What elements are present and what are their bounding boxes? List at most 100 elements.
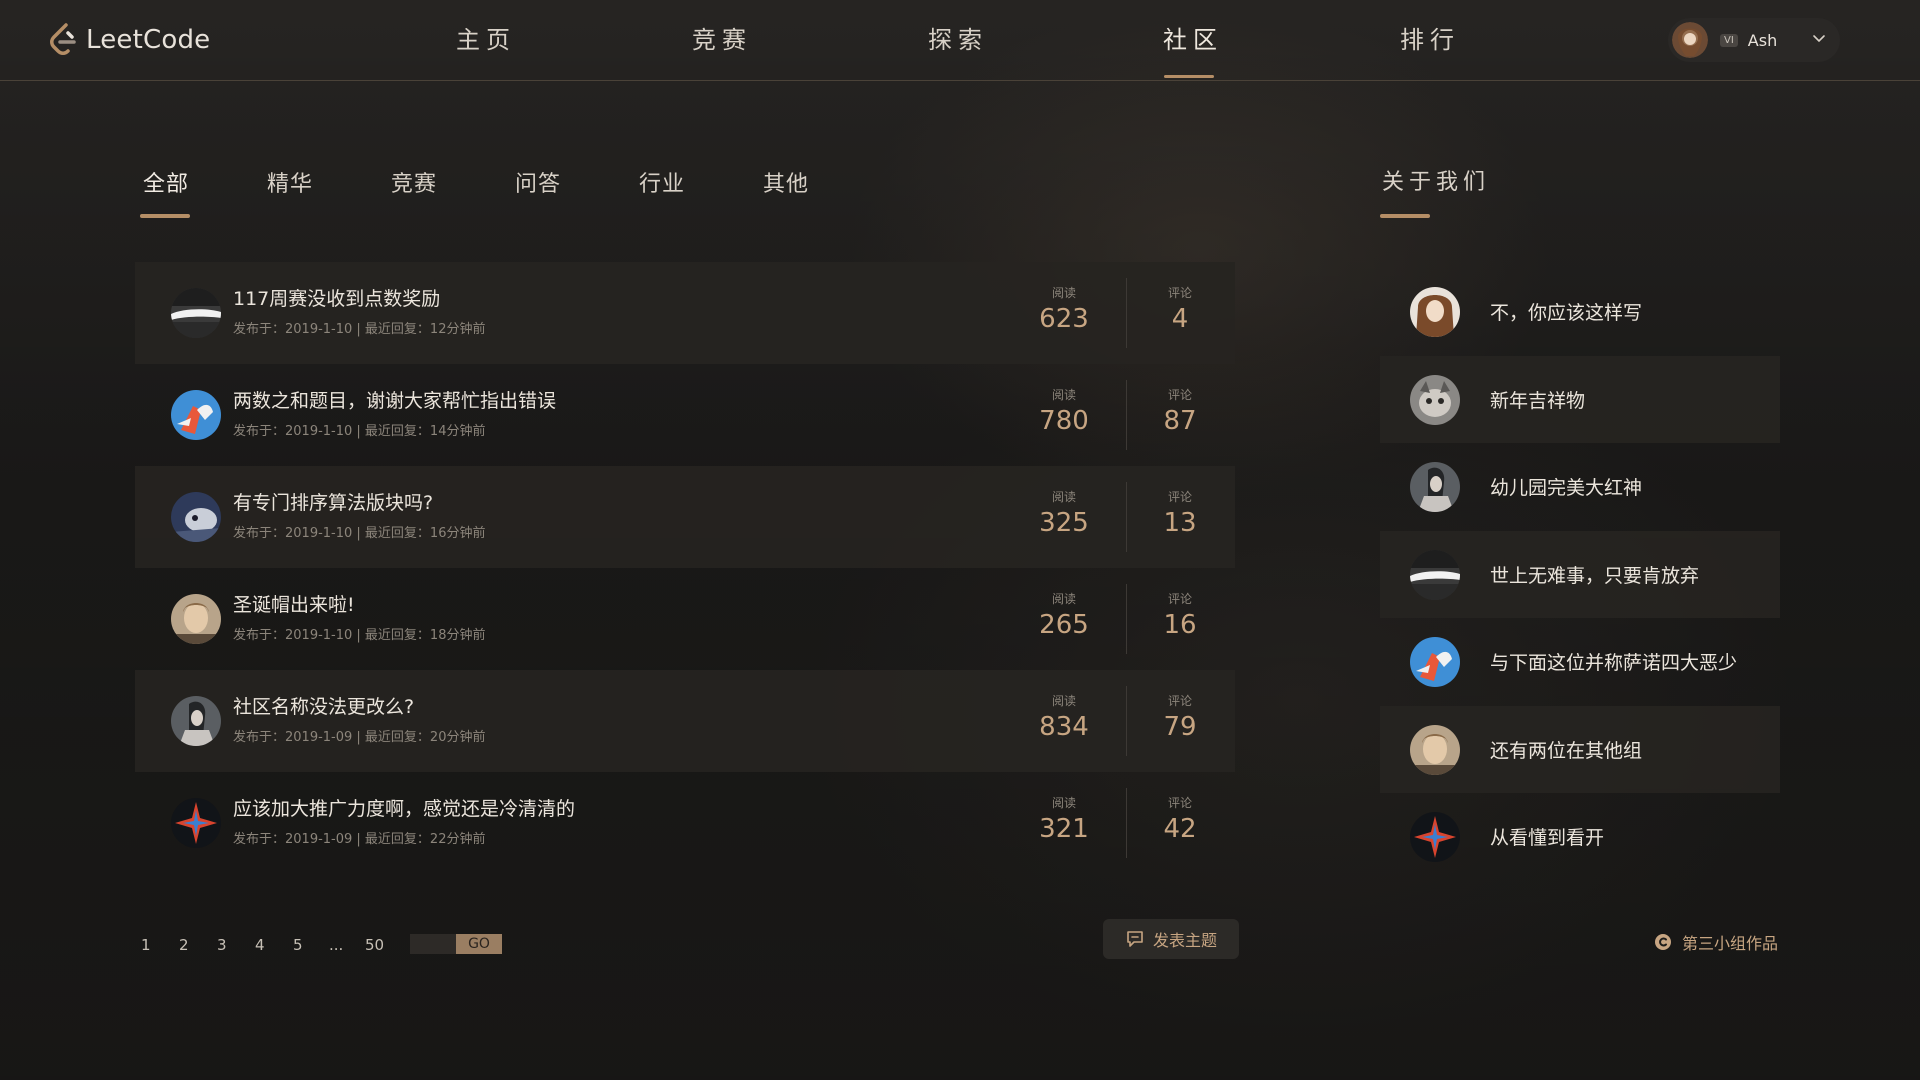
stat-divider: [1126, 686, 1127, 756]
page-link-last[interactable]: 50: [365, 936, 384, 954]
tab-other[interactable]: 其他: [763, 166, 809, 198]
copyright-icon: [1655, 934, 1671, 950]
topic-meta: 发布于：2019-1-10 | 最近回复：16分钟前: [233, 526, 486, 541]
topic-row[interactable]: 圣诞帽出来啦! 发布于：2019-1-10 | 最近回复：18分钟前 阅读 26…: [135, 568, 1235, 670]
topic-author-avatar: [171, 594, 221, 644]
tab-contest[interactable]: 竞赛: [391, 166, 437, 198]
page-link-5[interactable]: 5: [293, 936, 303, 954]
topic-meta: 发布于：2019-1-10 | 最近回复：18分钟前: [233, 628, 486, 643]
tab-qa[interactable]: 问答: [515, 166, 561, 198]
page-link-4[interactable]: 4: [255, 936, 265, 954]
read-count-label: 阅读: [1051, 592, 1076, 606]
member-name: 幼儿园完美大红神: [1490, 477, 1643, 499]
team-member[interactable]: 不，你应该这样写: [1380, 268, 1780, 356]
read-count: 321: [1039, 814, 1089, 844]
member-name: 不，你应该这样写: [1490, 302, 1643, 324]
stat-divider: [1126, 482, 1127, 552]
topic-row[interactable]: 应该加大推广力度啊，感觉还是冷清清的 发布于：2019-1-09 | 最近回复：…: [135, 772, 1235, 874]
topic-row[interactable]: 社区名称没法更改么? 发布于：2019-1-09 | 最近回复：20分钟前 阅读…: [135, 670, 1235, 772]
page-jump-input[interactable]: [410, 934, 456, 954]
about-us-title: 关于我们: [1382, 170, 1491, 195]
nav-item-contest[interactable]: 竞赛: [692, 20, 752, 60]
member-avatar: [1410, 287, 1460, 337]
comment-count-label: 评论: [1167, 286, 1192, 300]
topic-meta: 发布于：2019-1-09 | 最近回复：22分钟前: [233, 832, 486, 847]
member-name: 与下面这位并称萨诺四大恶少: [1490, 652, 1738, 674]
tab-featured[interactable]: 精华: [267, 166, 313, 198]
topic-title[interactable]: 117周赛没收到点数奖励: [233, 284, 440, 311]
member-avatar: [1410, 812, 1460, 862]
comment-count: 4: [1171, 304, 1189, 334]
topic-title[interactable]: 两数之和题目，谢谢大家帮忙指出错误: [233, 386, 556, 413]
read-count-label: 阅读: [1051, 694, 1076, 708]
stat-divider: [1126, 380, 1127, 450]
nav-item-community[interactable]: 社区: [1163, 20, 1223, 60]
topic-list: 117周赛没收到点数奖励 发布于：2019-1-10 | 最近回复：12分钟前 …: [135, 262, 1235, 874]
topic-meta: 发布于：2019-1-10 | 最近回复：12分钟前: [233, 322, 486, 337]
topic-title[interactable]: 有专门排序算法版块吗?: [233, 488, 433, 515]
new-topic-button[interactable]: 发表主题: [1103, 919, 1239, 959]
tab-all[interactable]: 全部: [143, 166, 189, 198]
comment-icon: [1127, 931, 1143, 947]
topic-title[interactable]: 应该加大推广力度啊，感觉还是冷清清的: [233, 794, 575, 821]
leetcode-logo-icon: [50, 23, 76, 55]
member-name: 还有两位在其他组: [1490, 739, 1643, 762]
comment-count: 87: [1163, 406, 1197, 436]
about-us-indicator: [1380, 214, 1430, 218]
member-avatar: [1410, 549, 1460, 600]
tab-industry[interactable]: 行业: [639, 166, 685, 198]
read-count: 265: [1039, 610, 1089, 640]
topic-author-avatar: [171, 798, 221, 848]
team-member[interactable]: 与下面这位并称萨诺四大恶少: [1380, 618, 1780, 706]
page-link-3[interactable]: 3: [217, 936, 227, 954]
read-count: 834: [1039, 712, 1089, 742]
nav-item-home[interactable]: 主页: [456, 20, 516, 60]
tab-active-indicator: [140, 214, 190, 218]
team-member[interactable]: 从看懂到看开: [1380, 793, 1780, 881]
team-member[interactable]: 还有两位在其他组: [1380, 705, 1780, 793]
topic-row[interactable]: 有专门排序算法版块吗? 发布于：2019-1-10 | 最近回复：16分钟前 阅…: [135, 466, 1235, 568]
top-navigation-bar: LeetCode 主页 竞赛 探索 社区 排行 VI Ash: [0, 0, 1920, 81]
topic-title[interactable]: 社区名称没法更改么?: [233, 692, 414, 719]
user-name: Ash: [1747, 30, 1778, 50]
stat-divider: [1126, 584, 1127, 654]
chevron-down-icon[interactable]: [1810, 30, 1828, 48]
member-name: 从看懂到看开: [1490, 827, 1605, 849]
page-link-2[interactable]: 2: [179, 936, 189, 954]
read-count-label: 阅读: [1051, 388, 1076, 402]
read-count-label: 阅读: [1051, 286, 1076, 300]
user-menu[interactable]: VI Ash: [1668, 18, 1840, 62]
brand-name: LeetCode: [86, 25, 211, 55]
member-avatar: [1410, 637, 1460, 687]
page-ellipsis: ...: [329, 936, 344, 954]
read-count-label: 阅读: [1051, 796, 1076, 810]
comment-count: 79: [1163, 712, 1197, 742]
nav-item-ranking[interactable]: 排行: [1400, 20, 1460, 60]
team-member[interactable]: 幼儿园完美大红神: [1380, 443, 1780, 531]
comment-count-label: 评论: [1167, 694, 1192, 708]
topic-author-avatar: [171, 390, 221, 440]
page-link-1[interactable]: 1: [141, 936, 151, 954]
team-member[interactable]: 新年吉祥物: [1380, 355, 1780, 443]
comment-count: 42: [1163, 814, 1197, 844]
topic-row[interactable]: 两数之和题目，谢谢大家帮忙指出错误 发布于：2019-1-10 | 最近回复：1…: [135, 364, 1235, 466]
team-member-list: 不，你应该这样写 新年吉祥物 幼儿园完美大红神 世上无难事，只要肯放弃 与下面这…: [1380, 268, 1780, 881]
member-avatar: [1410, 724, 1460, 775]
page-go-button[interactable]: GO: [456, 934, 502, 954]
topic-row[interactable]: 117周赛没收到点数奖励 发布于：2019-1-10 | 最近回复：12分钟前 …: [135, 262, 1235, 364]
nav-active-indicator: [1164, 75, 1214, 78]
stat-divider: [1126, 788, 1127, 858]
team-credit-text: 第三小组作品: [1682, 934, 1779, 953]
read-count-label: 阅读: [1051, 490, 1076, 504]
topic-title[interactable]: 圣诞帽出来啦!: [233, 590, 355, 617]
team-member[interactable]: 世上无难事，只要肯放弃: [1380, 530, 1780, 618]
logo[interactable]: LeetCode: [48, 20, 210, 60]
topic-meta: 发布于：2019-1-10 | 最近回复：14分钟前: [233, 424, 486, 439]
read-count: 325: [1039, 508, 1089, 538]
vip-badge: VI: [1720, 33, 1738, 47]
stat-divider: [1126, 278, 1127, 348]
comment-count: 13: [1163, 508, 1197, 538]
nav-item-explore[interactable]: 探索: [928, 20, 988, 60]
member-avatar: [1410, 462, 1460, 512]
team-credit: 第三小组作品: [1654, 930, 1778, 954]
